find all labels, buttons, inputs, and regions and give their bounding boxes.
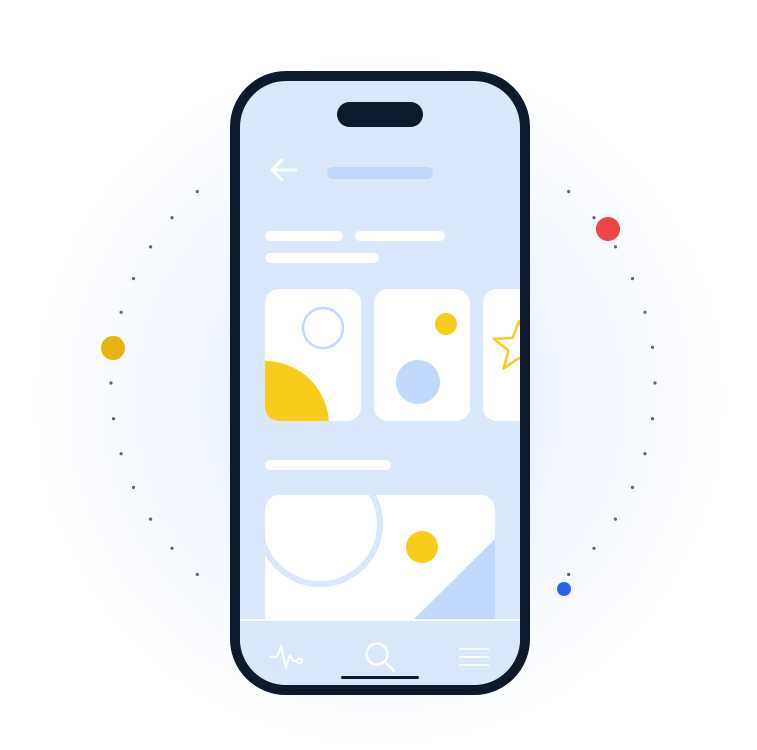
content-card[interactable] (265, 289, 361, 421)
content-card[interactable] (374, 289, 470, 421)
text-placeholder-line (355, 231, 445, 241)
orbit-dot (170, 216, 174, 220)
orbit-dot (119, 310, 123, 314)
title-placeholder (327, 167, 433, 179)
orbit-dot (195, 572, 199, 577)
menu-icon (459, 648, 489, 666)
text-placeholder-line (265, 231, 343, 241)
phone-mockup (230, 71, 530, 695)
orbit-dot (643, 310, 647, 314)
orbit-dot (643, 452, 647, 456)
content-card[interactable] (483, 289, 520, 421)
orbit-blue-dot (557, 582, 571, 596)
orbit-dot (613, 245, 618, 249)
nav-tab-menu[interactable] (450, 633, 498, 681)
nav-tab-activity[interactable] (262, 633, 310, 681)
orbit-dot (653, 381, 657, 385)
search-icon (365, 642, 396, 673)
card-illustration (265, 306, 345, 421)
orbit-dot (613, 517, 618, 521)
orbit-dot (119, 452, 123, 456)
orbit-dot (131, 277, 136, 281)
orbit-dot (149, 245, 153, 249)
orbit-dot (567, 572, 571, 577)
star-icon (492, 319, 520, 370)
active-tab-indicator (341, 676, 419, 679)
phone-notch (337, 102, 423, 127)
orbit-dot (149, 517, 153, 521)
orbit-dot (567, 189, 571, 194)
orbit-yellow-dot (101, 336, 125, 360)
orbit-dot (650, 345, 655, 349)
orbit-dot (111, 417, 116, 421)
orbit-red-dot (596, 217, 620, 241)
section-title-placeholder (265, 460, 391, 470)
arrow-left-icon (270, 158, 298, 182)
text-placeholder-line (265, 253, 379, 263)
activity-pulse-icon (269, 645, 303, 669)
orbit-dot (592, 216, 596, 220)
orbit-dot (650, 417, 655, 421)
bottom-navigation (240, 619, 520, 685)
card-illustration (396, 313, 457, 404)
back-button[interactable] (266, 153, 300, 187)
orbit-dot (630, 277, 635, 281)
orbit-dot (109, 381, 113, 385)
orbit-dot (195, 189, 199, 194)
orbit-dot (630, 485, 635, 489)
orbit-dot (170, 546, 174, 550)
orbit-dot (592, 546, 596, 550)
nav-tab-search[interactable] (356, 633, 404, 681)
orbit-dot (131, 485, 136, 489)
